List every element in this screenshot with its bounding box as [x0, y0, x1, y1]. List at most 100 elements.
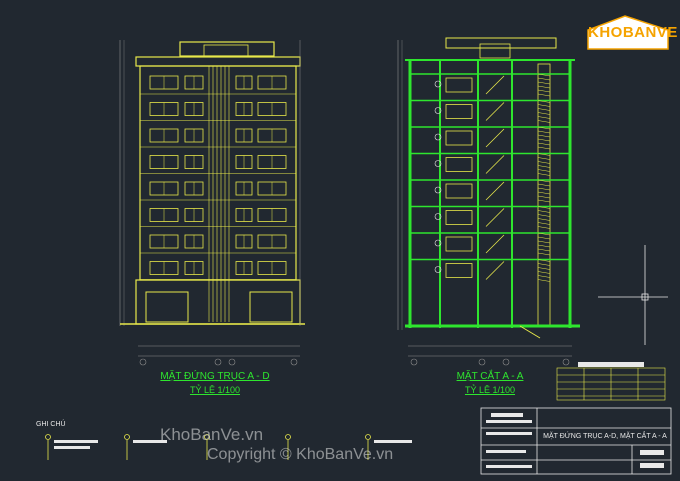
- hatch-mark: [537, 214, 551, 217]
- hatch-mark: [537, 85, 551, 89]
- window: [257, 102, 287, 116]
- hatch-mark: [537, 146, 551, 150]
- hatch-mark: [537, 210, 551, 213]
- title-block: [480, 407, 672, 475]
- window: [235, 128, 253, 143]
- hatch-mark: [537, 271, 551, 274]
- elevation-title: MẶT ĐỨNG TRỤC A - D: [160, 371, 270, 382]
- hatch-mark: [537, 236, 551, 240]
- window: [235, 261, 253, 275]
- section-floors: [410, 73, 570, 282]
- window: [149, 75, 179, 90]
- hatch-mark: [537, 169, 551, 172]
- window: [235, 102, 253, 116]
- hatch-mark: [537, 81, 551, 85]
- elevation-floors: [140, 75, 296, 280]
- window: [257, 181, 287, 196]
- window: [149, 208, 179, 222]
- window: [257, 261, 287, 275]
- elevation-dimension-axis: [138, 345, 300, 366]
- section-scale: TỶ LỆ 1/100: [464, 385, 516, 395]
- stair-flight: [485, 208, 505, 227]
- stair-flight: [485, 102, 505, 121]
- elevation-scale: TỶ LỆ 1/100: [189, 385, 241, 395]
- hatch-mark: [537, 252, 551, 256]
- window: [257, 128, 287, 143]
- hatch-mark: [537, 199, 551, 203]
- window: [184, 181, 204, 196]
- window: [235, 234, 253, 249]
- hatch-mark: [537, 165, 551, 168]
- window: [235, 155, 253, 169]
- window: [257, 234, 287, 249]
- window: [257, 75, 287, 90]
- notes-heading: GHI CHÚ: [36, 421, 66, 428]
- hatch-mark: [537, 195, 551, 199]
- hatch-mark: [537, 191, 551, 195]
- hatch-mark: [537, 112, 551, 115]
- window: [235, 181, 253, 196]
- stair-flight: [485, 234, 505, 254]
- hatch-mark: [537, 267, 551, 270]
- window: [184, 128, 204, 143]
- window: [235, 208, 253, 222]
- hatch-mark: [537, 116, 551, 119]
- window: [149, 102, 179, 116]
- window: [184, 261, 204, 275]
- window: [184, 208, 204, 222]
- hatch-mark: [537, 134, 551, 138]
- section-title: MẶT CẮT A - A: [456, 371, 524, 382]
- hatch-mark: [537, 218, 551, 221]
- window: [184, 234, 204, 249]
- section-dimension-axis: [408, 345, 572, 366]
- stair-flight: [485, 155, 505, 174]
- elevation-drawing: [119, 40, 305, 326]
- hatch-mark: [537, 89, 551, 93]
- hatch-mark: [537, 77, 551, 81]
- window: [149, 128, 179, 143]
- window: [184, 155, 204, 169]
- hatch-mark: [537, 263, 551, 266]
- window: [184, 102, 204, 116]
- stair-flight: [485, 128, 505, 148]
- hatch-mark: [537, 222, 551, 225]
- hatch-mark: [537, 240, 551, 244]
- window: [184, 75, 204, 90]
- window: [257, 208, 287, 222]
- cad-drawing-canvas: [45, 15, 672, 475]
- watermark-line2: Copyright © KhoBanVe.vn: [207, 446, 394, 463]
- window: [149, 155, 179, 169]
- hatch-mark: [537, 279, 551, 282]
- logo-text[interactable]: KHOBANVE: [588, 24, 677, 41]
- window: [149, 261, 179, 275]
- hatch-mark: [537, 226, 551, 229]
- stair-flight: [485, 261, 505, 280]
- hatch-mark: [537, 248, 551, 252]
- watermark-line1: KhoBanVe.vn: [160, 425, 264, 444]
- window: [149, 234, 179, 249]
- section-drawing: [397, 37, 580, 339]
- hatch-mark: [537, 183, 551, 187]
- hatch-mark: [537, 104, 551, 107]
- hatch-mark: [537, 157, 551, 160]
- hatch-mark: [537, 138, 551, 142]
- window: [257, 155, 287, 169]
- sheet-title: MẶT ĐỨNG TRỤC A-D, MẶT CẮT A - A: [543, 433, 667, 440]
- stair-flight: [485, 181, 505, 201]
- crosshair-cursor-icon: [598, 245, 668, 345]
- window: [149, 181, 179, 196]
- hatch-mark: [537, 275, 551, 278]
- hatch-mark: [537, 108, 551, 111]
- elevation-stair-core: [208, 66, 230, 322]
- hatch-mark: [537, 161, 551, 164]
- hatch-mark: [537, 142, 551, 146]
- hatch-mark: [537, 244, 551, 248]
- hatch-mark: [537, 173, 551, 176]
- area-schedule-table: [556, 362, 666, 401]
- hatch-mark: [537, 120, 551, 123]
- stair-flight: [485, 75, 505, 95]
- hatch-mark: [537, 130, 551, 134]
- window: [235, 75, 253, 90]
- hatch-mark: [537, 93, 551, 97]
- hatch-mark: [537, 187, 551, 191]
